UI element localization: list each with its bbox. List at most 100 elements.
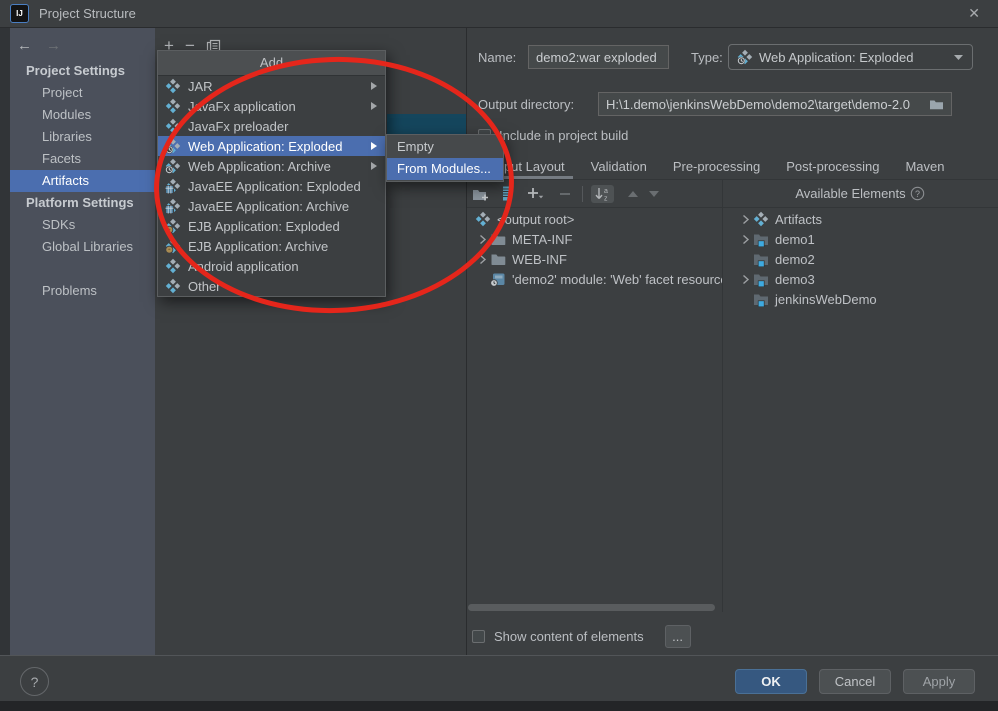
chevron-right-icon[interactable] — [738, 274, 753, 285]
menu-item-javaee-application-exploded[interactable]: JavaEE Application: Exploded — [158, 176, 385, 196]
tree-item-label: demo3 — [775, 271, 815, 287]
sidebar-item-facets[interactable]: Facets — [10, 148, 155, 170]
horizontal-scrollbar[interactable] — [468, 604, 715, 611]
tree-item-label: <output root> — [497, 211, 575, 227]
layout-node-demo2-module-web-facet-resources[interactable]: 'demo2' module: 'Web' facet resources — [469, 269, 722, 289]
menu-item-javaee-application-archive[interactable]: JavaEE Application: Archive — [158, 196, 385, 216]
module-icon — [753, 251, 769, 267]
artifact-javaee-icon — [165, 198, 181, 214]
sidebar-item-sdks[interactable]: SDKs — [10, 214, 155, 236]
tab-pre-processing[interactable]: Pre-processing — [660, 154, 773, 179]
layout-node-output-root[interactable]: <output root> — [469, 209, 722, 229]
project-structure-dialog: IJ Project Structure ✕ ← → Project Setti… — [0, 0, 998, 711]
tree-item-label: WEB-INF — [512, 251, 567, 267]
output-directory-input[interactable]: H:\1.demo\jenkinsWebDemo\demo2\target\de… — [598, 92, 952, 116]
artifact-ejb-icon — [165, 238, 181, 254]
layout-node-web-inf[interactable]: WEB-INF — [469, 249, 722, 269]
folder-icon — [490, 251, 506, 267]
chevron-right-icon[interactable] — [475, 254, 490, 265]
artifact-icon — [165, 78, 181, 94]
menu-item-label: Web Application: Archive — [188, 158, 331, 174]
add-element-icon[interactable] — [526, 186, 546, 202]
sort-alpha-toggle[interactable]: az — [591, 184, 614, 203]
window-title: Project Structure — [39, 6, 136, 21]
submenu-item-empty[interactable]: Empty — [387, 136, 503, 158]
chevron-right-icon[interactable] — [475, 234, 490, 245]
submenu-arrow-icon — [370, 141, 378, 151]
menu-item-ejb-application-exploded[interactable]: EJB Application: Exploded — [158, 216, 385, 236]
apply-button[interactable]: Apply — [903, 669, 975, 694]
sidebar-item-project[interactable]: Project — [10, 82, 155, 104]
layout-node-meta-inf[interactable]: META-INF — [469, 229, 722, 249]
name-input[interactable]: demo2:war exploded — [528, 45, 669, 69]
menu-item-label: Web Application: Exploded — [188, 138, 343, 154]
menu-item-label: JAR — [188, 78, 213, 94]
menu-item-label: JavaFx application — [188, 98, 296, 114]
menu-item-ejb-application-archive[interactable]: EJB Application: Archive — [158, 236, 385, 256]
available-node-demo1[interactable]: demo1 — [722, 229, 998, 249]
toolbar-divider — [467, 207, 998, 208]
move-down-icon — [648, 190, 660, 198]
available-node-demo2[interactable]: demo2 — [722, 249, 998, 269]
sidebar-list: Project Settings Project Modules Libraries F… — [10, 60, 155, 302]
svg-text:z: z — [604, 195, 608, 201]
help-button[interactable]: ? — [20, 667, 49, 696]
tab-validation[interactable]: Validation — [578, 154, 660, 179]
menu-item-label: JavaEE Application: Exploded — [188, 178, 361, 194]
output-layout-tree: <output root> META-INF WEB-INF 'demo2' modu… — [469, 209, 722, 289]
artifact-web-icon — [165, 158, 181, 174]
close-icon[interactable]: ✕ — [960, 5, 988, 22]
menu-item-javafx-preloader[interactable]: JavaFx preloader — [158, 116, 385, 136]
create-archive-icon[interactable] — [502, 186, 512, 201]
back-arrow-icon[interactable]: ← — [17, 37, 32, 54]
artifact-icon — [475, 211, 491, 227]
folder-icon — [490, 231, 506, 247]
history-nav: ← → — [10, 28, 155, 60]
menu-item-other[interactable]: Other — [158, 276, 385, 296]
more-options-button[interactable]: ... — [664, 624, 691, 648]
type-dropdown[interactable]: Web Application: Exploded — [728, 44, 973, 70]
chevron-right-icon[interactable] — [738, 234, 753, 245]
menu-item-jar[interactable]: JAR — [158, 76, 385, 96]
sidebar-item-artifacts[interactable]: Artifacts — [10, 170, 155, 192]
menu-item-android-application[interactable]: Android application — [158, 256, 385, 276]
menu-item-web-application-exploded[interactable]: Web Application: Exploded — [158, 136, 385, 156]
web-facet-icon — [490, 271, 506, 287]
show-content-row: Show content of elements ... — [472, 623, 691, 649]
name-label: Name: — [478, 50, 517, 65]
add-popup-menu: Add JAR JavaFx application JavaFx preloa… — [157, 50, 386, 297]
output-directory-label: Output directory: — [478, 97, 575, 112]
module-icon — [753, 291, 769, 307]
toolbar-separator — [582, 185, 583, 202]
ok-button[interactable]: OK — [735, 669, 807, 694]
help-icon[interactable]: ? — [910, 186, 925, 201]
available-elements-title: Available Elements — [795, 186, 906, 201]
browse-folder-icon[interactable] — [929, 98, 944, 111]
tab-post-processing[interactable]: Post-processing — [773, 154, 892, 179]
sidebar-item-problems[interactable]: Problems — [10, 280, 155, 302]
available-node-demo3[interactable]: demo3 — [722, 269, 998, 289]
sidebar-item-global-libraries[interactable]: Global Libraries — [10, 236, 155, 258]
chevron-right-icon[interactable] — [738, 214, 753, 225]
create-directory-icon[interactable] — [472, 186, 489, 202]
available-node-artifacts[interactable]: Artifacts — [722, 209, 998, 229]
artifact-list-selection[interactable] — [387, 114, 466, 134]
show-content-checkbox[interactable] — [472, 629, 485, 643]
submenu-arrow-icon — [370, 81, 378, 91]
submenu-item-from-modules[interactable]: From Modules... — [387, 158, 503, 180]
titlebar: IJ Project Structure ✕ — [0, 0, 998, 28]
available-node-jenkinswebdemo[interactable]: jenkinsWebDemo — [722, 289, 998, 309]
menu-item-label: JavaEE Application: Archive — [188, 198, 350, 214]
sidebar-item-modules[interactable]: Modules — [10, 104, 155, 126]
show-content-label: Show content of elements — [494, 628, 644, 644]
menu-item-web-application-archive[interactable]: Web Application: Archive — [158, 156, 385, 176]
sidebar-item-libraries[interactable]: Libraries — [10, 126, 155, 148]
svg-text:a: a — [604, 188, 608, 195]
cancel-button[interactable]: Cancel — [819, 669, 891, 694]
tab-maven[interactable]: Maven — [892, 154, 957, 179]
tree-item-label: 'demo2' module: 'Web' facet resources — [512, 271, 722, 287]
menu-item-javafx-application[interactable]: JavaFx application — [158, 96, 385, 116]
sidebar-section-project-settings: Project Settings — [26, 63, 125, 78]
artifact-javaee-icon — [165, 178, 181, 194]
module-icon — [753, 271, 769, 287]
